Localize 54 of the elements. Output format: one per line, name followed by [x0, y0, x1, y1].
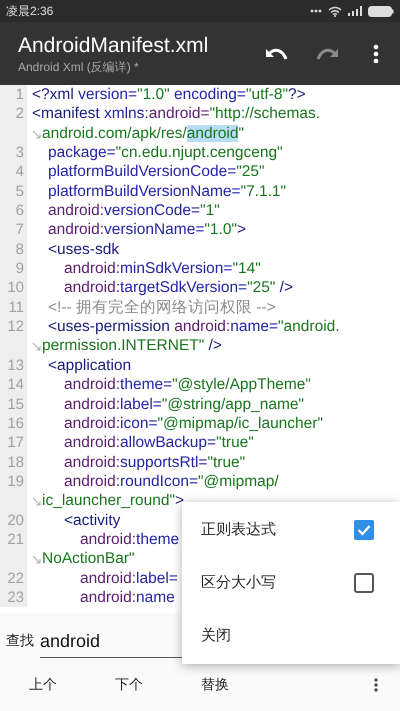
code-line: android:minSdkVersion="14": [64, 259, 261, 278]
code-line: android:icon="@mipmap/ic_launcher": [64, 414, 323, 434]
line-number: 2: [16, 104, 24, 124]
code-line: <manifest xmlns:android="http://schemas.: [32, 104, 320, 124]
code-line: android:versionName="1.0">: [48, 220, 246, 240]
code-line: permission.INTERNET" />: [42, 336, 222, 356]
line-number: 16: [7, 414, 24, 434]
code-line: <uses-permission android:name="android.: [48, 317, 340, 336]
line-number: 12: [7, 317, 24, 336]
line-number: 13: [7, 356, 24, 376]
code-line: android:versionCode="1": [48, 201, 220, 220]
line-number: 10: [7, 278, 24, 298]
code-line: android:allowBackup="true": [64, 433, 254, 453]
line-number: 17: [7, 433, 24, 453]
line-number: 23: [7, 588, 24, 608]
code-line: android:label="@string/app_name": [64, 394, 304, 414]
file-title: AndroidManifest.xml: [18, 32, 210, 58]
line-number: 11: [8, 298, 24, 318]
file-subtitle: Android Xml (反编详) *: [18, 58, 140, 74]
code-line: <!-- 拥有完全的网络访问权限 -->: [48, 298, 276, 318]
code-line: android:theme: [80, 530, 180, 550]
code-line: <application: [48, 356, 132, 376]
status-time: 凌晨2:36: [6, 3, 54, 20]
line-number: 19: [7, 472, 24, 492]
code-line: package="cn.edu.njupt.cengceng": [48, 143, 283, 162]
code-line: ic_launcher_round">: [42, 491, 184, 511]
line-number: 5: [16, 182, 24, 202]
line-number: 1: [16, 85, 24, 104]
code-line: android:name: [80, 588, 175, 608]
code-line: platformBuildVersionName="7.1.1": [48, 182, 286, 202]
line-number: 15: [7, 394, 24, 414]
line-number: 6: [16, 201, 24, 220]
line-number: 4: [16, 162, 24, 182]
line-number: 9: [16, 259, 24, 278]
find-label: 查找: [6, 631, 34, 650]
line-number: 18: [7, 452, 24, 472]
line-number: 21: [7, 530, 24, 550]
line-number: 22: [7, 568, 24, 588]
code-line: android:roundIcon="@mipmap/: [64, 472, 279, 492]
code-line: android:supportsRtl="true": [64, 452, 246, 472]
line-number: 14: [7, 375, 24, 394]
code-line: platformBuildVersionCode="25": [48, 162, 265, 182]
code-line: android:theme="@style/AppTheme": [64, 375, 311, 394]
code-line: <activity: [64, 510, 120, 530]
code-line: <uses-sdk: [48, 240, 120, 260]
line-number: 20: [7, 510, 24, 530]
line-number: 8: [16, 240, 24, 260]
code-line: NoActionBar": [42, 549, 135, 569]
line-number: 7: [16, 220, 24, 240]
code-line: android:label=: [80, 568, 178, 588]
code-line: android.com/apk/res/android": [42, 124, 244, 144]
code-line: android:targetSdkVersion="25" />: [64, 278, 294, 298]
line-number: 3: [16, 143, 24, 162]
code-line: <?xml version="1.0" encoding="utf-8"?>: [32, 85, 306, 104]
